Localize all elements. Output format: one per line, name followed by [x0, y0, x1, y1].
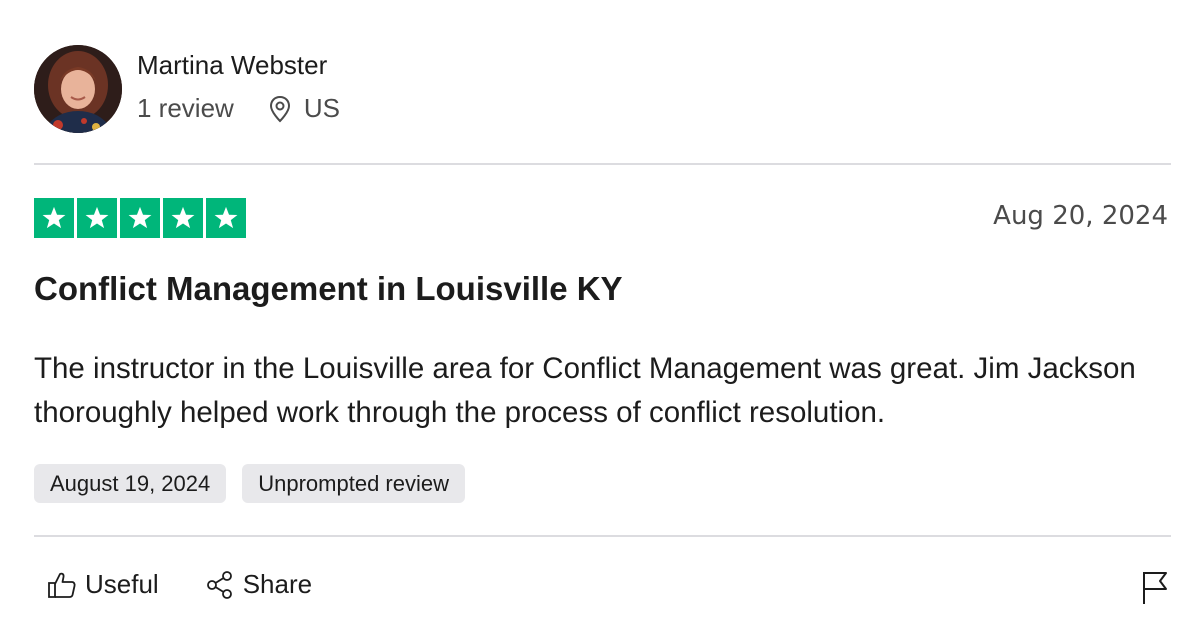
review-actions: Useful Share — [47, 569, 312, 600]
review-type-badge[interactable]: Unprompted review — [242, 464, 465, 503]
share-label: Share — [242, 569, 313, 599]
avatar-photo — [34, 45, 122, 133]
star-icon — [77, 198, 117, 238]
useful-label: Useful — [85, 569, 159, 599]
star-icon — [163, 198, 203, 238]
star-rating — [34, 198, 246, 238]
useful-button[interactable]: Useful — [47, 569, 159, 600]
thumbs-up-icon — [48, 572, 76, 598]
divider — [34, 535, 1171, 537]
review-body: The instructor in the Louisville area fo… — [34, 352, 1136, 429]
avatar[interactable] — [34, 45, 122, 133]
star-icon — [206, 198, 246, 238]
divider — [34, 163, 1171, 165]
flag-icon[interactable] — [1140, 570, 1170, 606]
star-icon — [34, 198, 74, 238]
reviewer-name[interactable]: Martina Webster — [137, 50, 327, 81]
reviewer-country: US — [303, 93, 340, 123]
review-title: Conflict Management in Louisville KY — [34, 270, 623, 307]
review-card: Martina Webster 1 review US Aug 20, 2024… — [0, 0, 1200, 625]
review-date: Aug 20, 2024 — [993, 201, 1168, 231]
reviewer-meta: 1 review US — [137, 93, 340, 124]
experience-date-badge: August 19, 2024 — [34, 464, 227, 503]
review-chips: August 19, 2024 Unprompted review — [34, 464, 465, 503]
share-icon — [206, 570, 232, 599]
review-count: 1 review — [137, 93, 234, 123]
star-icon — [120, 198, 160, 238]
map-pin-icon — [269, 95, 290, 122]
share-button[interactable]: Share — [205, 569, 312, 600]
